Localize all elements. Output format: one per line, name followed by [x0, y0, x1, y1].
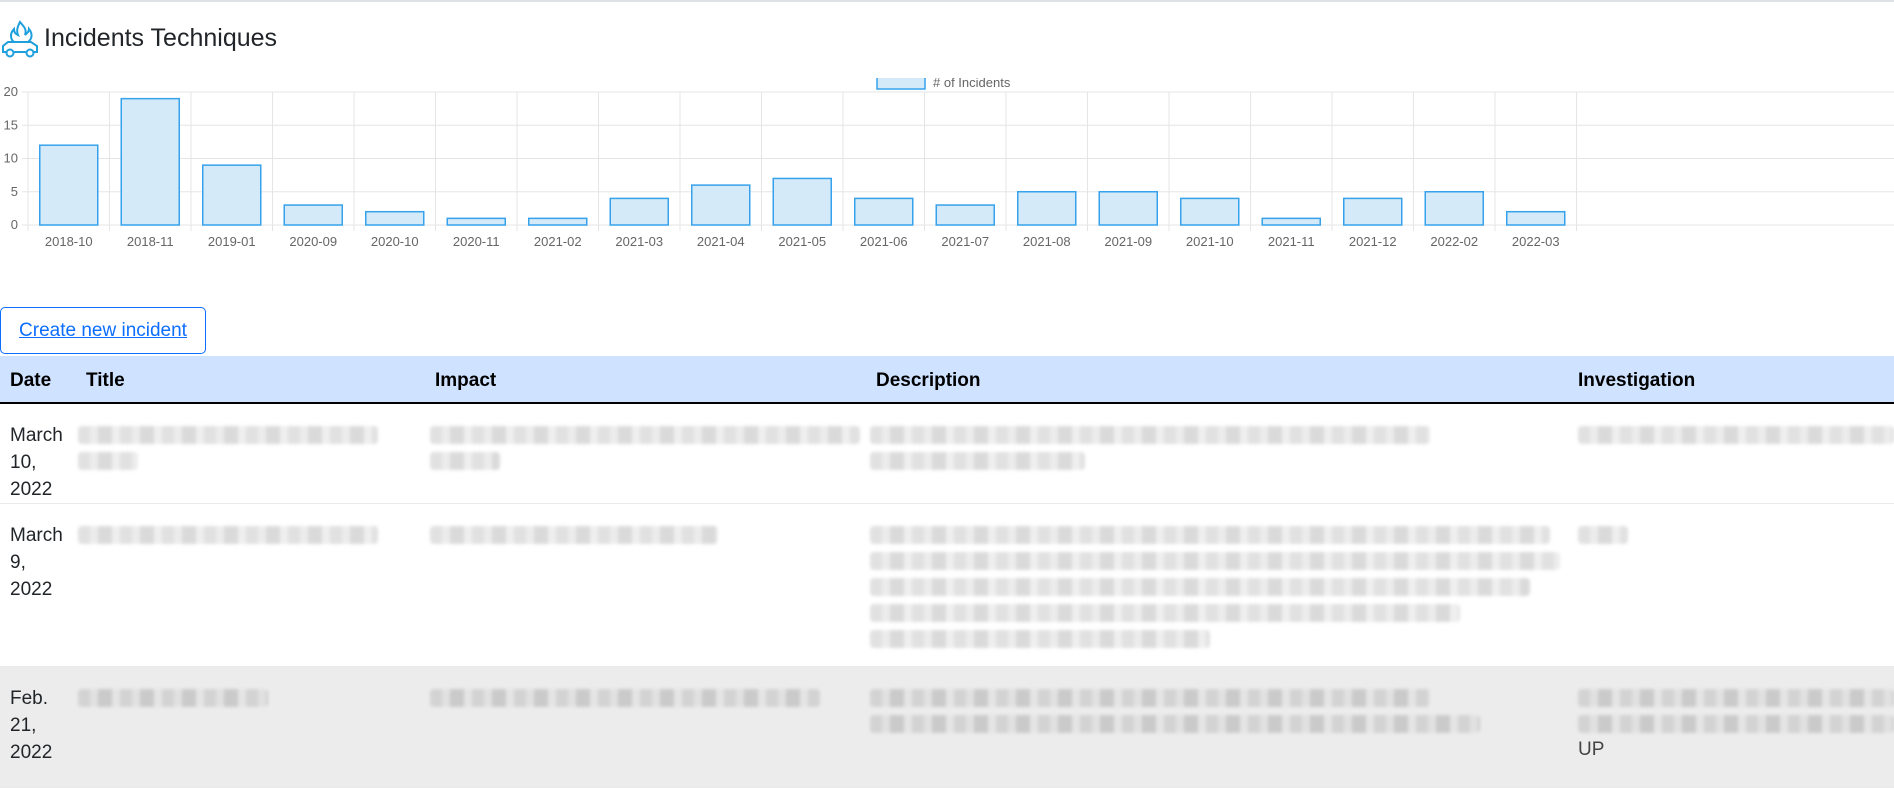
x-tick-label: 2021-07	[941, 234, 989, 249]
page-header: Incidents Techniques	[0, 18, 277, 58]
chart-bar	[528, 217, 588, 226]
x-tick-label: 2021-08	[1023, 234, 1071, 249]
chart-bar	[202, 164, 262, 226]
page-title: Incidents Techniques	[44, 23, 278, 52]
description-cell-redacted	[870, 578, 1530, 596]
create-incident-button[interactable]: Create new incident	[0, 307, 206, 354]
date-cell: Feb. 21, 2022	[10, 688, 53, 763]
chart-bar	[609, 197, 669, 226]
chart-bar	[446, 217, 506, 226]
description-cell-redacted	[870, 604, 1460, 622]
description-cell-redacted	[870, 526, 1550, 544]
impact-cell-redacted	[430, 526, 718, 544]
description-cell-redacted	[870, 552, 1560, 570]
title-cell-redacted	[78, 426, 378, 444]
investigation-text-fragment: UP	[1578, 739, 1605, 760]
x-tick-label: 2021-06	[860, 234, 908, 249]
title-cell-redacted	[78, 452, 138, 470]
incidents-table: Date Title Impact Description Investigat…	[0, 356, 1894, 788]
table-row[interactable]: March 10, 2022	[0, 404, 1894, 504]
y-tick-label: 10	[4, 151, 18, 166]
chart-bar	[120, 97, 180, 226]
impact-cell-redacted	[430, 452, 500, 470]
description-cell-redacted	[870, 452, 1085, 470]
x-tick-label: 2018-10	[45, 234, 93, 249]
column-header-investigation[interactable]: Investigation	[1578, 370, 1695, 392]
table-row[interactable]: Feb. 21, 2022 UP	[0, 667, 1894, 788]
description-cell-redacted	[870, 689, 1430, 707]
table-row[interactable]: March 9, 2022	[0, 504, 1894, 667]
chart-bar	[39, 144, 99, 226]
top-border	[0, 0, 1894, 2]
x-tick-label: 2018-11	[127, 234, 174, 249]
x-tick-label: 2019-01	[208, 234, 256, 249]
x-tick-label: 2021-09	[1104, 234, 1152, 249]
chart-bar	[283, 204, 343, 226]
x-tick-label: 2021-05	[778, 234, 826, 249]
chart-bar	[1261, 217, 1321, 226]
x-tick-label: 2022-03	[1512, 234, 1560, 249]
chart-bar	[935, 204, 995, 226]
x-tick-label: 2021-03	[615, 234, 663, 249]
x-tick-label: 2021-11	[1268, 234, 1315, 249]
car-fire-icon	[2, 20, 38, 58]
chart-bar	[1180, 197, 1240, 226]
date-cell: March 10, 2022	[10, 425, 63, 500]
chart-bar	[1343, 197, 1403, 226]
bar-chart-svg: 0 5 10 15 20 2018-10 2018-11 2019-01 2020-09 2020…	[4, 78, 1894, 249]
y-tick-label: 15	[4, 117, 18, 132]
y-tick-label: 20	[4, 84, 18, 99]
chart-bar	[365, 210, 425, 226]
column-header-title[interactable]: Title	[86, 370, 125, 392]
chart-bar	[1017, 191, 1077, 226]
investigation-cell-redacted	[1578, 715, 1894, 733]
x-tick-label: 2022-02	[1430, 234, 1478, 249]
x-tick-label: 2020-09	[289, 234, 337, 249]
investigation-cell-redacted	[1578, 689, 1894, 707]
date-cell: March 9, 2022	[10, 525, 63, 600]
title-cell-redacted	[78, 526, 378, 544]
chart-bar	[1424, 191, 1484, 226]
impact-cell-redacted	[430, 426, 860, 444]
column-header-date[interactable]: Date	[10, 370, 51, 392]
legend-label: # of Incidents	[933, 78, 1011, 90]
investigation-cell-redacted	[1578, 426, 1894, 444]
y-tick-label: 5	[11, 184, 18, 199]
column-header-description[interactable]: Description	[876, 370, 981, 392]
x-tick-label: 2021-12	[1349, 234, 1397, 249]
incidents-chart: 0 5 10 15 20 2018-10 2018-11 2019-01 2020-09 2020…	[0, 78, 1894, 308]
investigation-cell-redacted	[1578, 526, 1628, 544]
table-header-row: Date Title Impact Description Investigat…	[0, 356, 1894, 404]
chart-bar	[691, 184, 751, 226]
legend-swatch	[876, 78, 926, 90]
description-cell-redacted	[870, 715, 1480, 733]
chart-bar	[1098, 191, 1158, 226]
y-tick-label: 0	[11, 217, 18, 232]
column-header-impact[interactable]: Impact	[435, 370, 496, 392]
title-cell-redacted	[78, 689, 268, 707]
chart-bar	[854, 197, 914, 226]
chart-bar	[1506, 210, 1566, 226]
x-tick-label: 2021-04	[697, 234, 745, 249]
description-cell-redacted	[870, 426, 1430, 444]
description-cell-redacted	[870, 630, 1210, 648]
x-tick-label: 2020-10	[371, 234, 419, 249]
x-tick-label: 2021-02	[534, 234, 582, 249]
chart-bar	[772, 177, 832, 226]
impact-cell-redacted	[430, 689, 820, 707]
x-tick-label: 2020-11	[453, 234, 500, 249]
x-tick-label: 2021-10	[1186, 234, 1234, 249]
